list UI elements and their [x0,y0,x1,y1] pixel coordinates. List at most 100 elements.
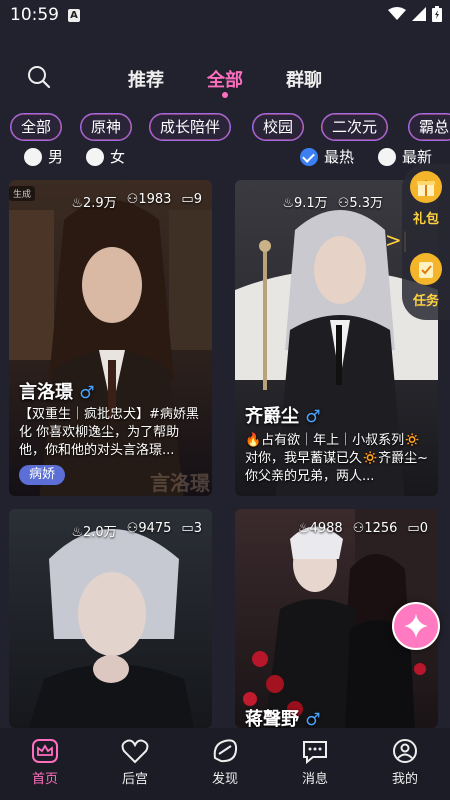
chip-campus[interactable]: 校园 [252,113,305,141]
radio-dot [24,147,42,166]
nav-messages[interactable]: 消息 [280,738,350,787]
users-stat: ⚇1256 [353,521,398,536]
users-value: 1983 [138,192,172,207]
tab-group-chat[interactable]: 群聊 [286,66,322,92]
character-desc: 【双重生｜疯批忠犬】#病娇黑化 你喜欢柳逸尘，为了帮助他，你和他的对头言洛璟..… [19,407,199,458]
comments-value: 3 [193,521,202,536]
comment-icon: ▭ [407,521,420,536]
gift-label: 礼包 [412,212,439,227]
heat-value: 4988 [309,521,343,536]
chip-genshin[interactable]: 原神 [80,113,133,141]
nav-label: 后宫 [121,772,148,787]
task-button[interactable]: 任务 [406,252,446,309]
nav-profile[interactable]: 我的 [370,738,440,787]
users-value: 5.3万 [349,196,383,211]
active-tab-indicator [222,92,228,98]
tab-recommend[interactable]: 推荐 [128,66,164,92]
name-text: 齐爵尘 [245,406,299,427]
heat-stat: ♨2.0万 [71,521,116,540]
nav-discover[interactable]: 发现 [190,738,260,787]
flame-icon: ♨ [297,521,310,536]
flame-icon: ♨ [71,196,83,211]
users-icon: ⚇ [337,196,350,211]
discover-icon [213,739,238,763]
comment-icon: ▭ [181,192,194,207]
card-stats: ♨9.1万 ⚇5.3万 [282,192,383,211]
heart-icon [121,739,149,764]
gift-icon [410,171,442,203]
character-name: 言洛璟 ♂ [19,378,95,404]
tab-all[interactable]: 全部 [207,66,243,92]
comments-stat: ▭9 [181,192,202,211]
character-name: 齐爵尘 ♂ [245,402,321,428]
chip-ceo[interactable]: 霸总 [408,113,450,141]
heat-stat: ♨2.9万 [71,192,116,211]
crown-icon [32,739,58,763]
nav-harem[interactable]: 后宫 [100,738,170,787]
male-icon: ♂ [305,710,321,728]
radio-dot [378,147,396,166]
system-icons [388,6,442,22]
chip-growth[interactable]: 成长陪伴 [149,113,232,141]
comments-value: 0 [419,521,428,536]
heat-value: 9.1万 [293,196,328,211]
male-icon: ♂ [79,383,95,403]
character-portrait [9,509,212,728]
card-stats: ♨4988 ⚇1256 ▭0 [298,521,428,536]
character-tag[interactable]: 病娇 [19,465,66,485]
comment-icon: ▭ [181,521,194,536]
heat-value: 2.9万 [82,196,117,211]
task-label: 任务 [412,294,439,309]
comments-value: 9 [193,192,202,207]
profile-icon [393,739,417,763]
battery-icon [432,6,442,22]
category-chips: 全部 原神 成长陪伴 校园 二次元 霸总 [0,113,450,143]
comments-stat: ▭0 [407,521,428,536]
message-icon [303,741,327,764]
sparkle-icon [404,614,428,638]
nav-label: 发现 [211,772,238,787]
a-notification-icon: A [68,9,80,22]
status-time: 10:59 [10,5,59,25]
heat-value: 2.0万 [82,525,117,540]
character-desc: 🔥占有欲｜年上｜小叔系列🔅对你，我早蓄谋已久🔅齐爵尘~你父亲的兄弟，两人... [245,433,429,484]
flame-icon: ♨ [282,196,294,211]
name-watermark: 言洛璟 [150,471,210,495]
users-value: 1256 [364,521,398,536]
character-card[interactable]: ♨2.0万 ⚇9475 ▭3 [9,509,212,728]
signal-icon [412,7,426,21]
users-stat: ⚇1983 [127,192,172,211]
filter-label: 男 [48,148,64,166]
filter-male[interactable]: 男 [24,146,63,167]
filter-label: 女 [110,148,126,166]
nav-home[interactable]: 首页 [10,738,80,787]
filter-label: 最热 [324,148,355,166]
users-stat: ⚇9475 [127,521,172,540]
generated-badge: 生成 [9,186,36,201]
search-icon[interactable] [26,64,52,90]
sort-hot[interactable]: 最热 [300,146,354,167]
heat-stat: ♨9.1万 [282,192,327,211]
nav-label: 我的 [391,772,418,787]
wifi-icon [388,7,406,20]
chip-anime[interactable]: 二次元 [321,113,389,141]
users-stat: ⚇5.3万 [338,192,383,211]
card-stats: ♨2.9万 ⚇1983 ▭9 [71,192,202,211]
users-icon: ⚇ [352,521,365,536]
users-icon: ⚇ [126,192,139,207]
comments-stat: ▭3 [181,521,202,540]
top-navigation: 推荐 全部 群聊 [0,58,450,98]
character-card[interactable]: 生成 ♨2.9万 ⚇1983 ▭9 言洛璟 ♂ 【双重生｜疯批忠犬】#病娇黑化 … [9,180,212,496]
chip-all[interactable]: 全部 [10,113,63,141]
filter-female[interactable]: 女 [86,146,125,167]
sparkle-fab-button[interactable] [392,602,440,650]
users-icon: ⚇ [126,521,139,536]
bottom-navigation: 首页 后宫 发现 消息 我的 [0,728,450,800]
users-value: 9475 [138,521,172,536]
name-text: 蒋聲野 [245,709,299,728]
gift-button[interactable]: 礼包 [406,170,446,227]
nav-label: 首页 [31,772,58,787]
name-text: 言洛璟 [19,382,73,403]
heat-stat: ♨4988 [298,521,343,536]
radio-dot [86,147,104,166]
